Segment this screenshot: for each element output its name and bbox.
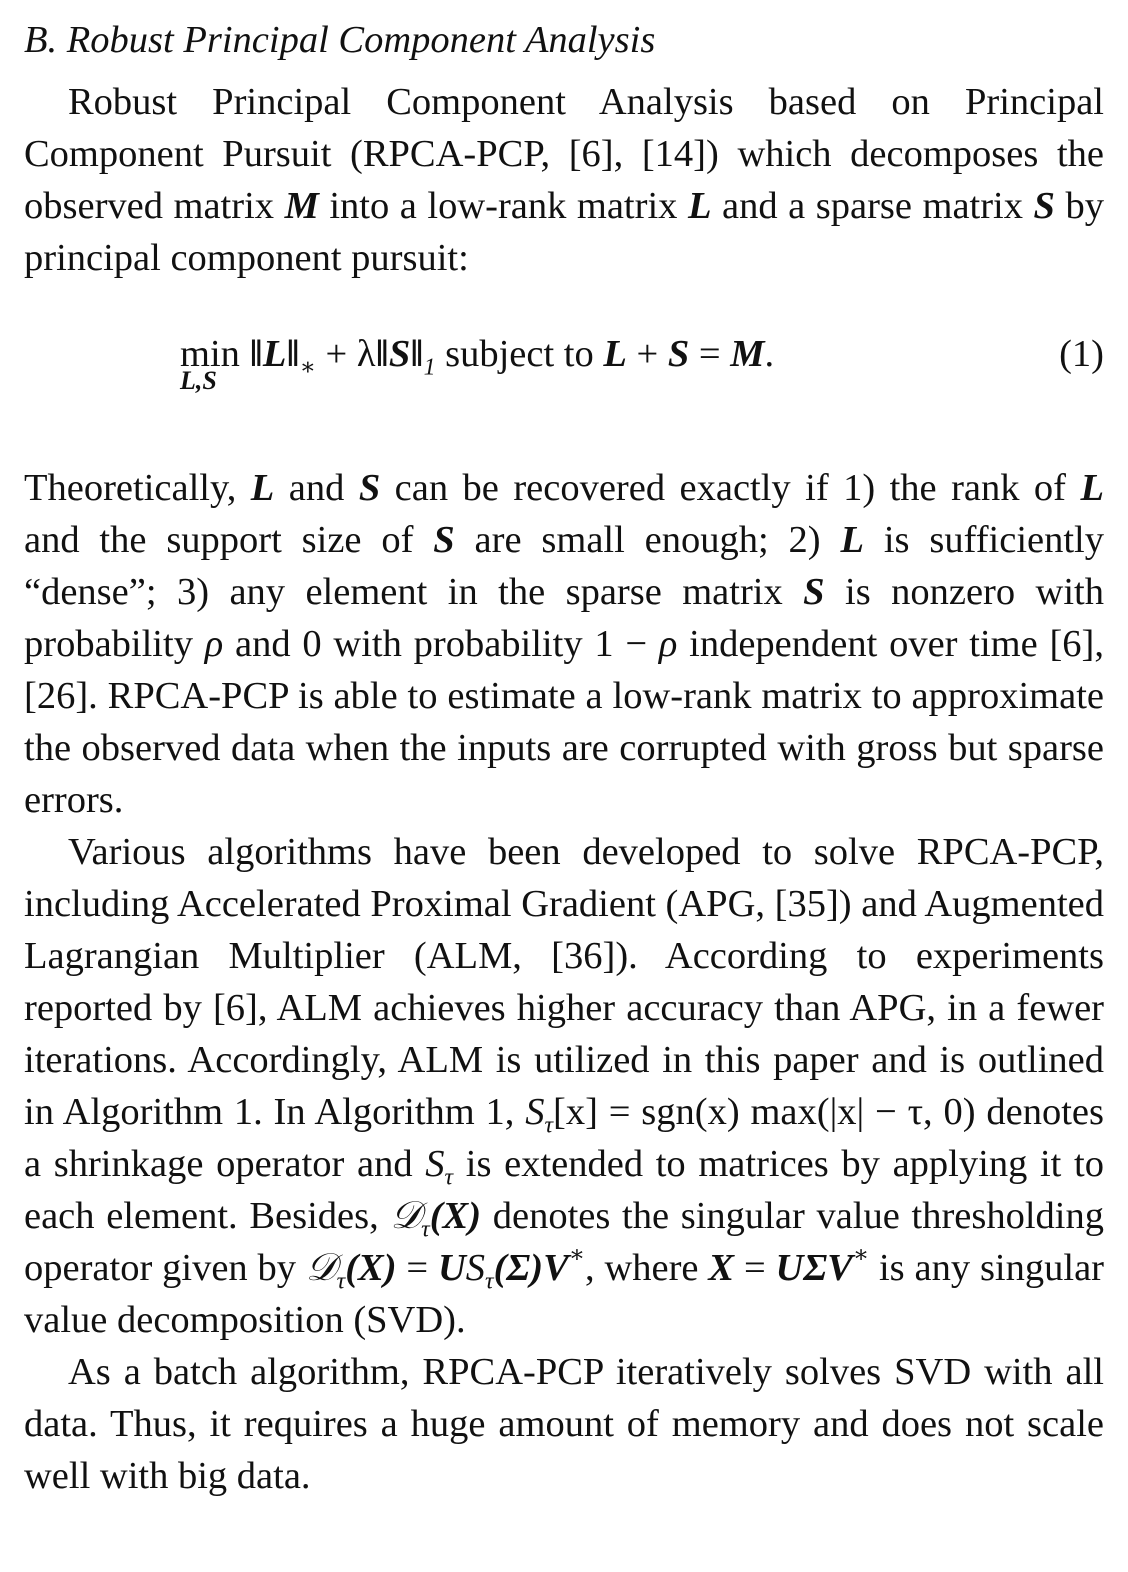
shrinkage-formula: [x] = sgn(x) max(|x| − τ, 0) (553, 1091, 976, 1133)
equation-1: min L,S ‖L‖∗ + λ‖S‖1 subject to L + S = M… (24, 306, 1104, 436)
eq-equals: = (689, 333, 731, 375)
text-run: into a low-rank matrix (318, 185, 688, 227)
text-run: and the support size of (24, 519, 434, 561)
nuclear-norm-l: ‖L‖ (249, 333, 300, 375)
tau-subscript: τ (336, 1268, 346, 1295)
plus-lambda: + λ (315, 333, 376, 375)
text-run: Various algorithms have been developed t… (24, 831, 1104, 1133)
math-matrix-s: S (358, 467, 381, 509)
math-matrix-l: L (1080, 467, 1104, 509)
math-matrix-l: L (687, 185, 712, 227)
text-run: can be recovered exactly if 1) the rank … (380, 467, 1081, 509)
tau-subscript: τ (544, 1112, 554, 1139)
eq-l: L (603, 333, 627, 375)
equation-number: (1) (1059, 333, 1104, 375)
eq-plus: + (626, 333, 668, 375)
text-run: and 0 with probability 1 − (223, 623, 659, 665)
math-matrix-l: L (250, 467, 275, 509)
shrinkage-operator: S (525, 1091, 545, 1133)
math-rho: ρ (658, 623, 678, 665)
paragraph-theory: Theoretically, L and S can be recovered … (24, 462, 1104, 826)
paragraph-algorithms: Various algorithms have been developed t… (24, 826, 1104, 1346)
paper-page: B. Robust Principal Component Analysis R… (0, 0, 1128, 1572)
min-subscript: L,S (180, 366, 217, 395)
text-run: , where (584, 1247, 709, 1289)
math-matrix-s: S (1033, 185, 1055, 227)
tau-subscript: τ (421, 1216, 430, 1243)
eq-equals: = (396, 1247, 438, 1289)
eq-s: S (667, 333, 690, 375)
paragraph-batch: As a batch algorithm, RPCA-PCP iterative… (24, 1351, 1104, 1497)
math-rho: ρ (204, 623, 224, 665)
tau-subscript: τ (485, 1268, 494, 1295)
tau-subscript: τ (444, 1164, 454, 1191)
svt-operator: 𝒟 (305, 1245, 337, 1290)
math-matrix-x: (X) (345, 1247, 397, 1289)
math-matrix-x: X (708, 1247, 735, 1289)
math-matrix-s: S (803, 571, 825, 613)
shrinkage-operator: S (425, 1143, 445, 1185)
section-heading: B. Robust Principal Component Analysis (24, 19, 656, 61)
text-run: and (274, 467, 359, 509)
svd-factors: UΣV (775, 1247, 853, 1289)
subject-to-text: subject to (435, 333, 604, 375)
math-matrix-x: (X) (429, 1195, 482, 1237)
math-matrix-m: M (284, 185, 319, 227)
svt-operator: 𝒟 (390, 1193, 422, 1238)
nuclear-norm-star: ∗ (299, 354, 316, 381)
text-run: Theoretically, (24, 467, 251, 509)
math-matrix-sigma: (Σ) (493, 1247, 544, 1289)
eq-m: M (730, 333, 765, 375)
eq-equals: = (734, 1247, 776, 1289)
conjugate-star: ∗ (852, 1242, 870, 1269)
math-matrix-s: S (433, 519, 455, 561)
text-run: are small enough; 2) (454, 519, 841, 561)
l1-norm-subscript: 1 (423, 354, 436, 381)
eq-period: . (764, 333, 775, 375)
text-run: and a sparse matrix (711, 185, 1034, 227)
l1-norm-s: ‖S‖ (375, 333, 424, 375)
math-matrix-v: V (543, 1247, 569, 1289)
paragraph-rpca-intro: Robust Principal Component Analysis base… (24, 76, 1104, 284)
shrinkage-operator: S (465, 1247, 486, 1289)
math-matrix-u: U (437, 1247, 466, 1289)
math-matrix-l: L (840, 519, 864, 561)
conjugate-star: ∗ (568, 1242, 585, 1269)
min-operator: min L,S (180, 328, 240, 395)
equation-body: min L,S ‖L‖∗ + λ‖S‖1 subject to L + S = M… (180, 328, 775, 395)
